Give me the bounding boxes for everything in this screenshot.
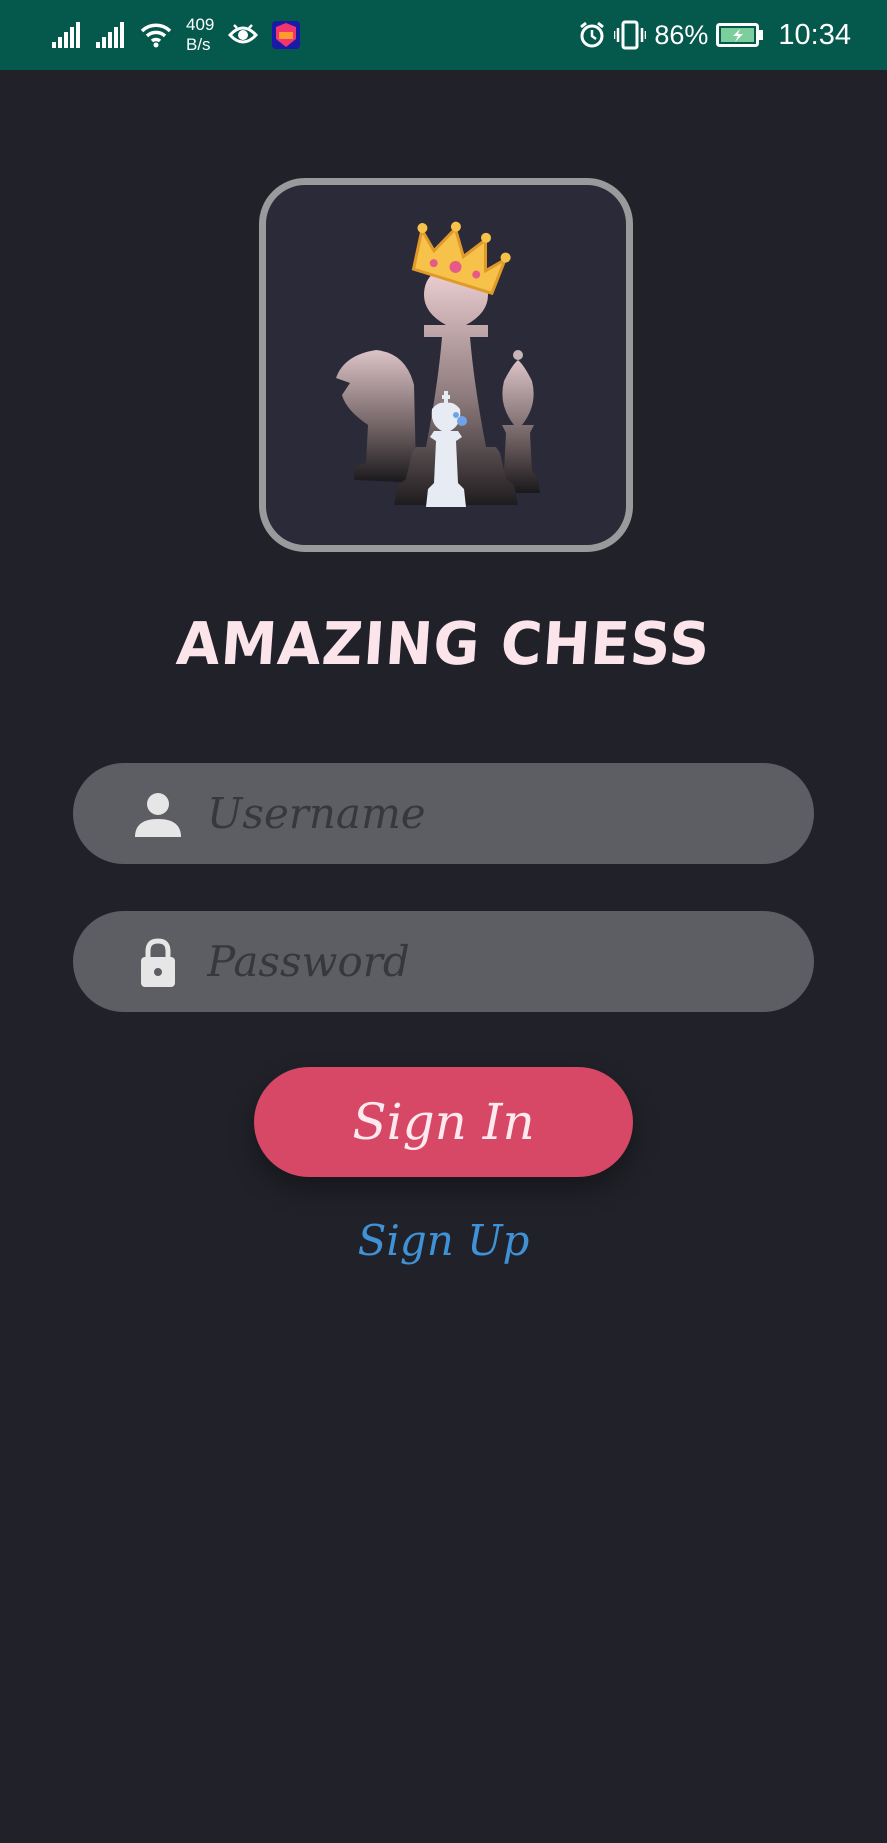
app-logo <box>259 178 633 552</box>
clock: 10:34 <box>778 18 851 51</box>
signal-icon <box>96 22 124 48</box>
network-speed-unit: B/s <box>186 35 211 54</box>
lazada-app-icon <box>272 21 301 49</box>
app-title: AMAZING CHESS <box>174 610 713 679</box>
status-bar-right: 86% 10:34 <box>578 0 851 70</box>
chess-pieces-crown-logo <box>336 221 540 507</box>
network-speed-value: 409 <box>186 15 215 34</box>
signal-icon <box>52 22 80 48</box>
password-input[interactable] <box>207 911 767 1012</box>
battery-percent: 86% <box>654 19 709 50</box>
sign-up-link[interactable]: Sign Up <box>0 1216 887 1265</box>
alarm-icon <box>580 21 605 48</box>
network-speed: 409 B/s <box>186 15 214 55</box>
wifi-icon <box>140 23 172 48</box>
username-field[interactable] <box>73 763 814 864</box>
person-icon <box>135 793 181 837</box>
username-input[interactable] <box>207 763 767 864</box>
sign-in-button[interactable]: Sign In <box>254 1067 633 1177</box>
lock-icon <box>141 938 175 987</box>
password-field[interactable] <box>73 911 814 1012</box>
vibrate-icon <box>614 20 647 50</box>
eye-icon <box>228 24 259 44</box>
battery-charging-icon <box>716 23 764 47</box>
status-bar-left: 409 B/s <box>52 0 301 70</box>
status-bar: 409 B/s 86% 10:34 <box>0 0 887 70</box>
